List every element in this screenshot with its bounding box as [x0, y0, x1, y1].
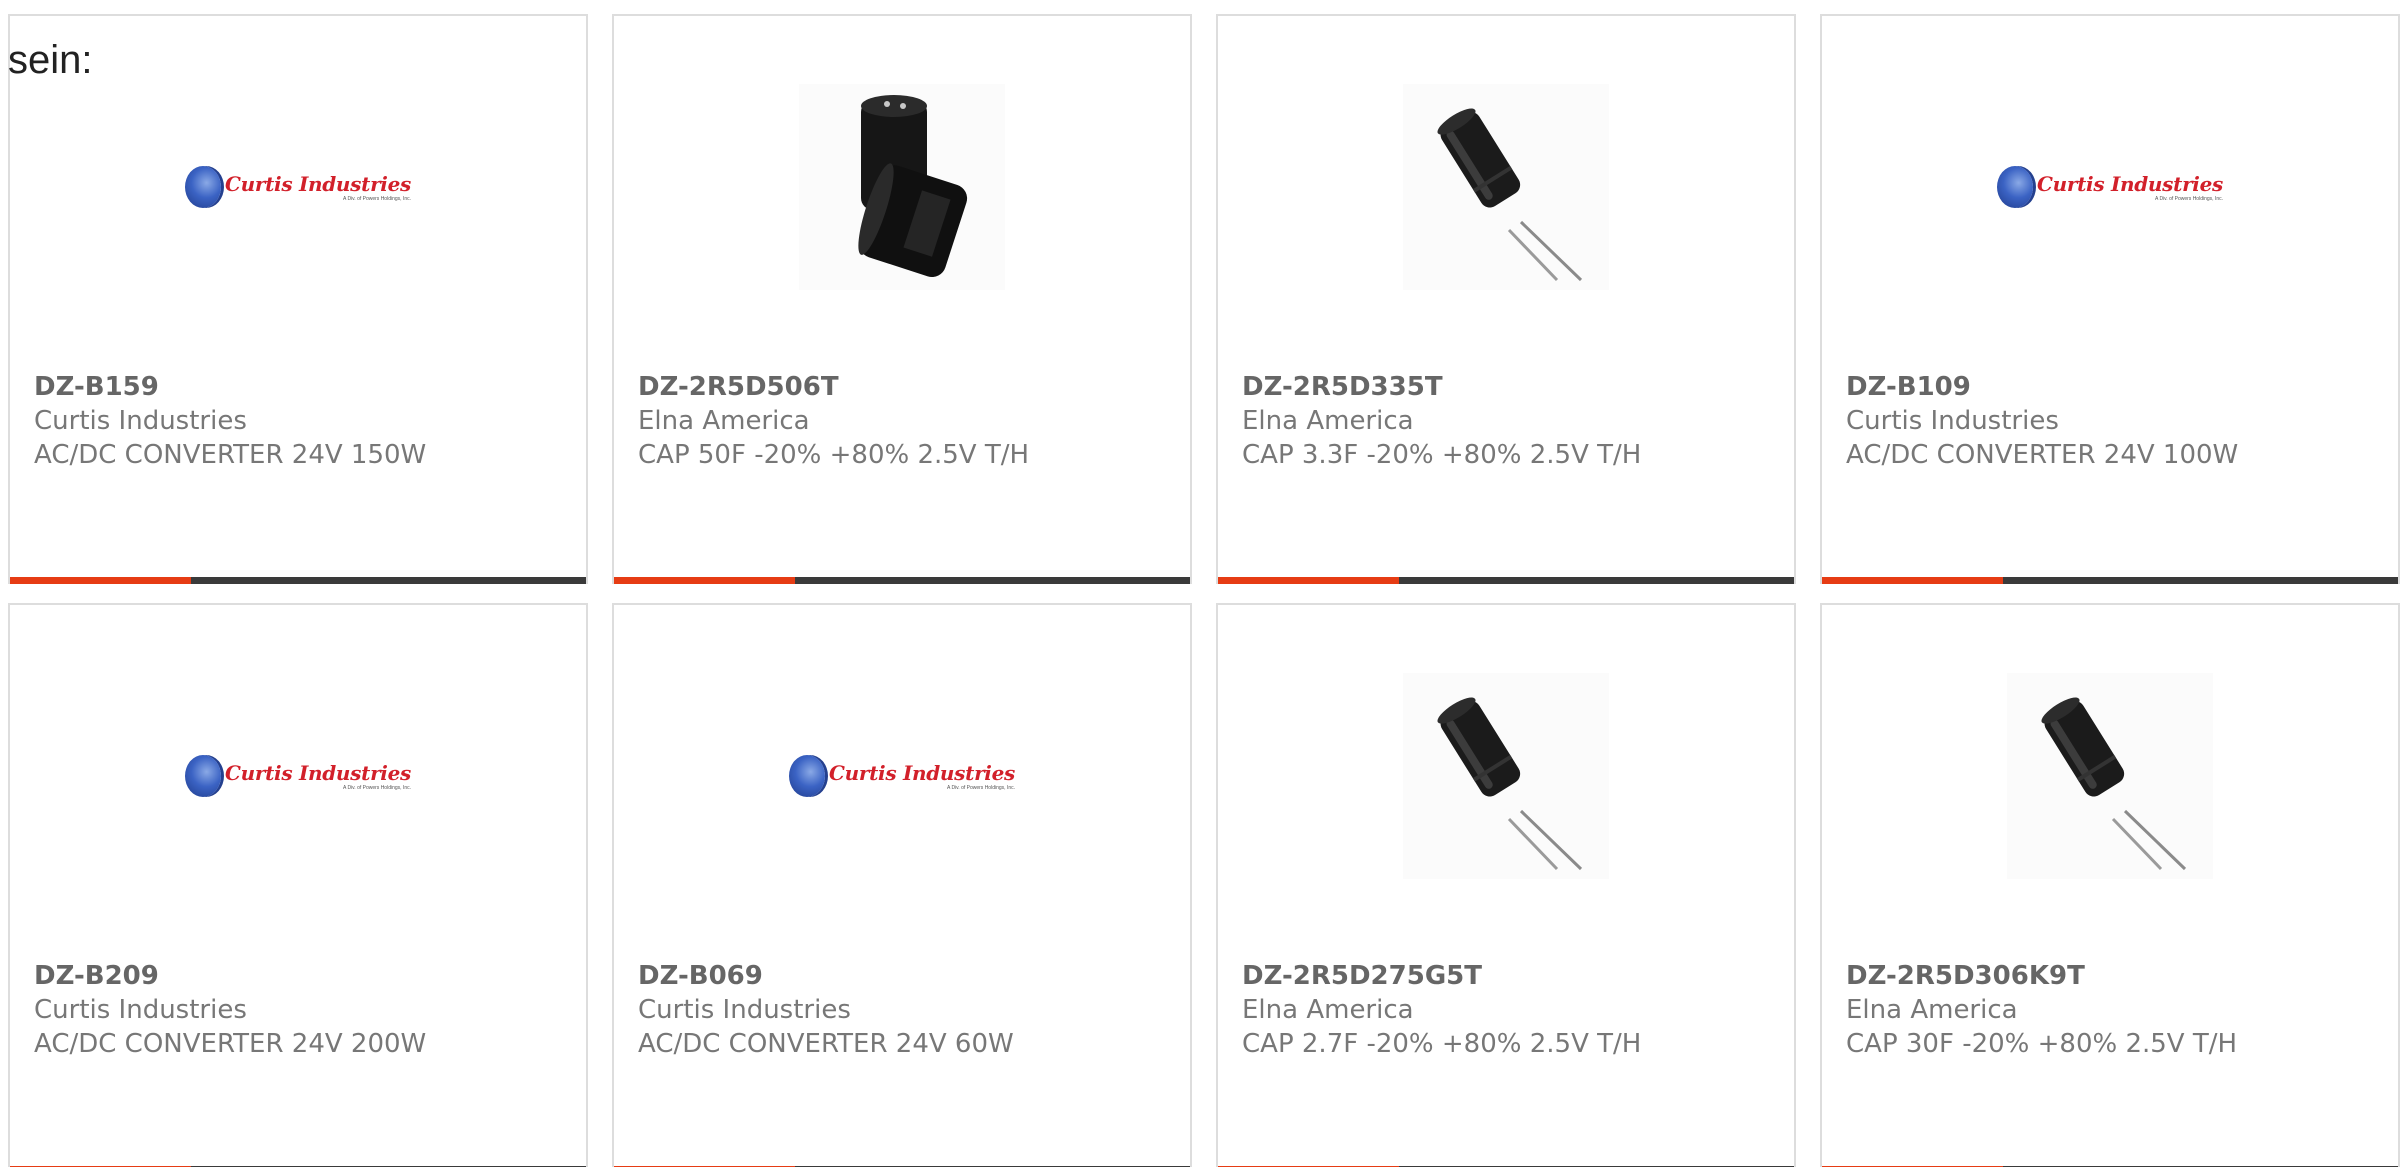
product-card[interactable]: DZ-2R5D275G5T Elna America CAP 2.7F -20%… — [1216, 603, 1796, 1167]
manufacturer-name: Curtis Industries — [34, 995, 247, 1025]
curtis-industries-logo: Curtis Industries A Div. of Powers Holdi… — [789, 755, 1015, 797]
logo-subtitle: A Div. of Powers Holdings, Inc. — [2155, 196, 2223, 202]
product-description: CAP 30F -20% +80% 2.5V T/H — [1846, 1029, 2238, 1059]
curtis-industries-logo: Curtis Industries A Div. of Powers Holdi… — [185, 166, 411, 208]
capacitor-photo — [2007, 673, 2213, 879]
product-card[interactable]: Curtis Industries A Div. of Powers Holdi… — [1820, 14, 2400, 584]
product-description: CAP 3.3F -20% +80% 2.5V T/H — [1242, 440, 1642, 470]
product-description: CAP 2.7F -20% +80% 2.5V T/H — [1242, 1029, 1642, 1059]
globe-icon — [185, 166, 221, 208]
card-progress-bar — [10, 577, 586, 584]
progress-fill — [10, 577, 192, 584]
capacitor-pair-photo — [799, 84, 1005, 290]
manufacturer-name: Curtis Industries — [34, 406, 247, 436]
product-grid-page: sein: Curtis Industries A Div. of Powers… — [0, 0, 2400, 1167]
product-description: AC/DC CONVERTER 24V 60W — [638, 1029, 1014, 1059]
part-number-link[interactable]: DZ-2R5D506T — [638, 370, 1174, 404]
part-number-link[interactable]: DZ-B109 — [1846, 370, 2382, 404]
product-image[interactable] — [1822, 673, 2398, 879]
logo-subtitle: A Div. of Powers Holdings, Inc. — [343, 196, 411, 202]
logo-subtitle: A Div. of Powers Holdings, Inc. — [343, 785, 411, 791]
lead-text: sein: — [8, 38, 93, 82]
progress-fill — [1218, 577, 1400, 584]
logo-subtitle: A Div. of Powers Holdings, Inc. — [947, 785, 1015, 791]
card-progress-bar — [1218, 577, 1794, 584]
capacitor-photo — [1403, 84, 1609, 290]
card-progress-bar — [1822, 577, 2398, 584]
product-description: AC/DC CONVERTER 24V 100W — [1846, 440, 2239, 470]
capacitor-photo — [1403, 673, 1609, 879]
part-number-link[interactable]: DZ-B209 — [34, 959, 570, 993]
logo-wordmark: Curtis Industries — [225, 172, 411, 196]
globe-icon — [1997, 166, 2033, 208]
logo-wordmark: Curtis Industries — [225, 761, 411, 785]
globe-icon — [185, 755, 221, 797]
manufacturer-name: Elna America — [1846, 995, 2018, 1025]
product-card[interactable]: Curtis Industries A Div. of Powers Holdi… — [8, 14, 588, 584]
manufacturer-name: Curtis Industries — [638, 995, 851, 1025]
product-image[interactable] — [614, 84, 1190, 290]
progress-fill — [614, 577, 796, 584]
product-image[interactable]: Curtis Industries A Div. of Powers Holdi… — [10, 84, 586, 290]
manufacturer-name: Elna America — [638, 406, 810, 436]
curtis-industries-logo: Curtis Industries A Div. of Powers Holdi… — [1997, 166, 2223, 208]
curtis-industries-logo: Curtis Industries A Div. of Powers Holdi… — [185, 755, 411, 797]
product-description: AC/DC CONVERTER 24V 200W — [34, 1029, 427, 1059]
part-number-link[interactable]: DZ-B159 — [34, 370, 570, 404]
product-description: CAP 50F -20% +80% 2.5V T/H — [638, 440, 1030, 470]
product-image[interactable]: Curtis Industries A Div. of Powers Holdi… — [614, 673, 1190, 879]
product-image[interactable]: Curtis Industries A Div. of Powers Holdi… — [10, 673, 586, 879]
manufacturer-name: Elna America — [1242, 406, 1414, 436]
product-card[interactable]: Curtis Industries A Div. of Powers Holdi… — [612, 603, 1192, 1167]
logo-wordmark: Curtis Industries — [829, 761, 1015, 785]
part-number-link[interactable]: DZ-2R5D306K9T — [1846, 959, 2382, 993]
progress-fill — [1822, 577, 2004, 584]
product-card[interactable]: DZ-2R5D506T Elna America CAP 50F -20% +8… — [612, 14, 1192, 584]
manufacturer-name: Curtis Industries — [1846, 406, 2059, 436]
product-image[interactable]: Curtis Industries A Div. of Powers Holdi… — [1822, 84, 2398, 290]
product-image[interactable] — [1218, 673, 1794, 879]
card-progress-bar — [614, 577, 1190, 584]
part-number-link[interactable]: DZ-B069 — [638, 959, 1174, 993]
part-number-link[interactable]: DZ-2R5D335T — [1242, 370, 1778, 404]
globe-icon — [789, 755, 825, 797]
product-card[interactable]: Curtis Industries A Div. of Powers Holdi… — [8, 603, 588, 1167]
manufacturer-name: Elna America — [1242, 995, 1414, 1025]
logo-wordmark: Curtis Industries — [2037, 172, 2223, 196]
product-card[interactable]: DZ-2R5D306K9T Elna America CAP 30F -20% … — [1820, 603, 2400, 1167]
product-description: AC/DC CONVERTER 24V 150W — [34, 440, 427, 470]
product-card[interactable]: DZ-2R5D335T Elna America CAP 3.3F -20% +… — [1216, 14, 1796, 584]
part-number-link[interactable]: DZ-2R5D275G5T — [1242, 959, 1778, 993]
product-image[interactable] — [1218, 84, 1794, 290]
